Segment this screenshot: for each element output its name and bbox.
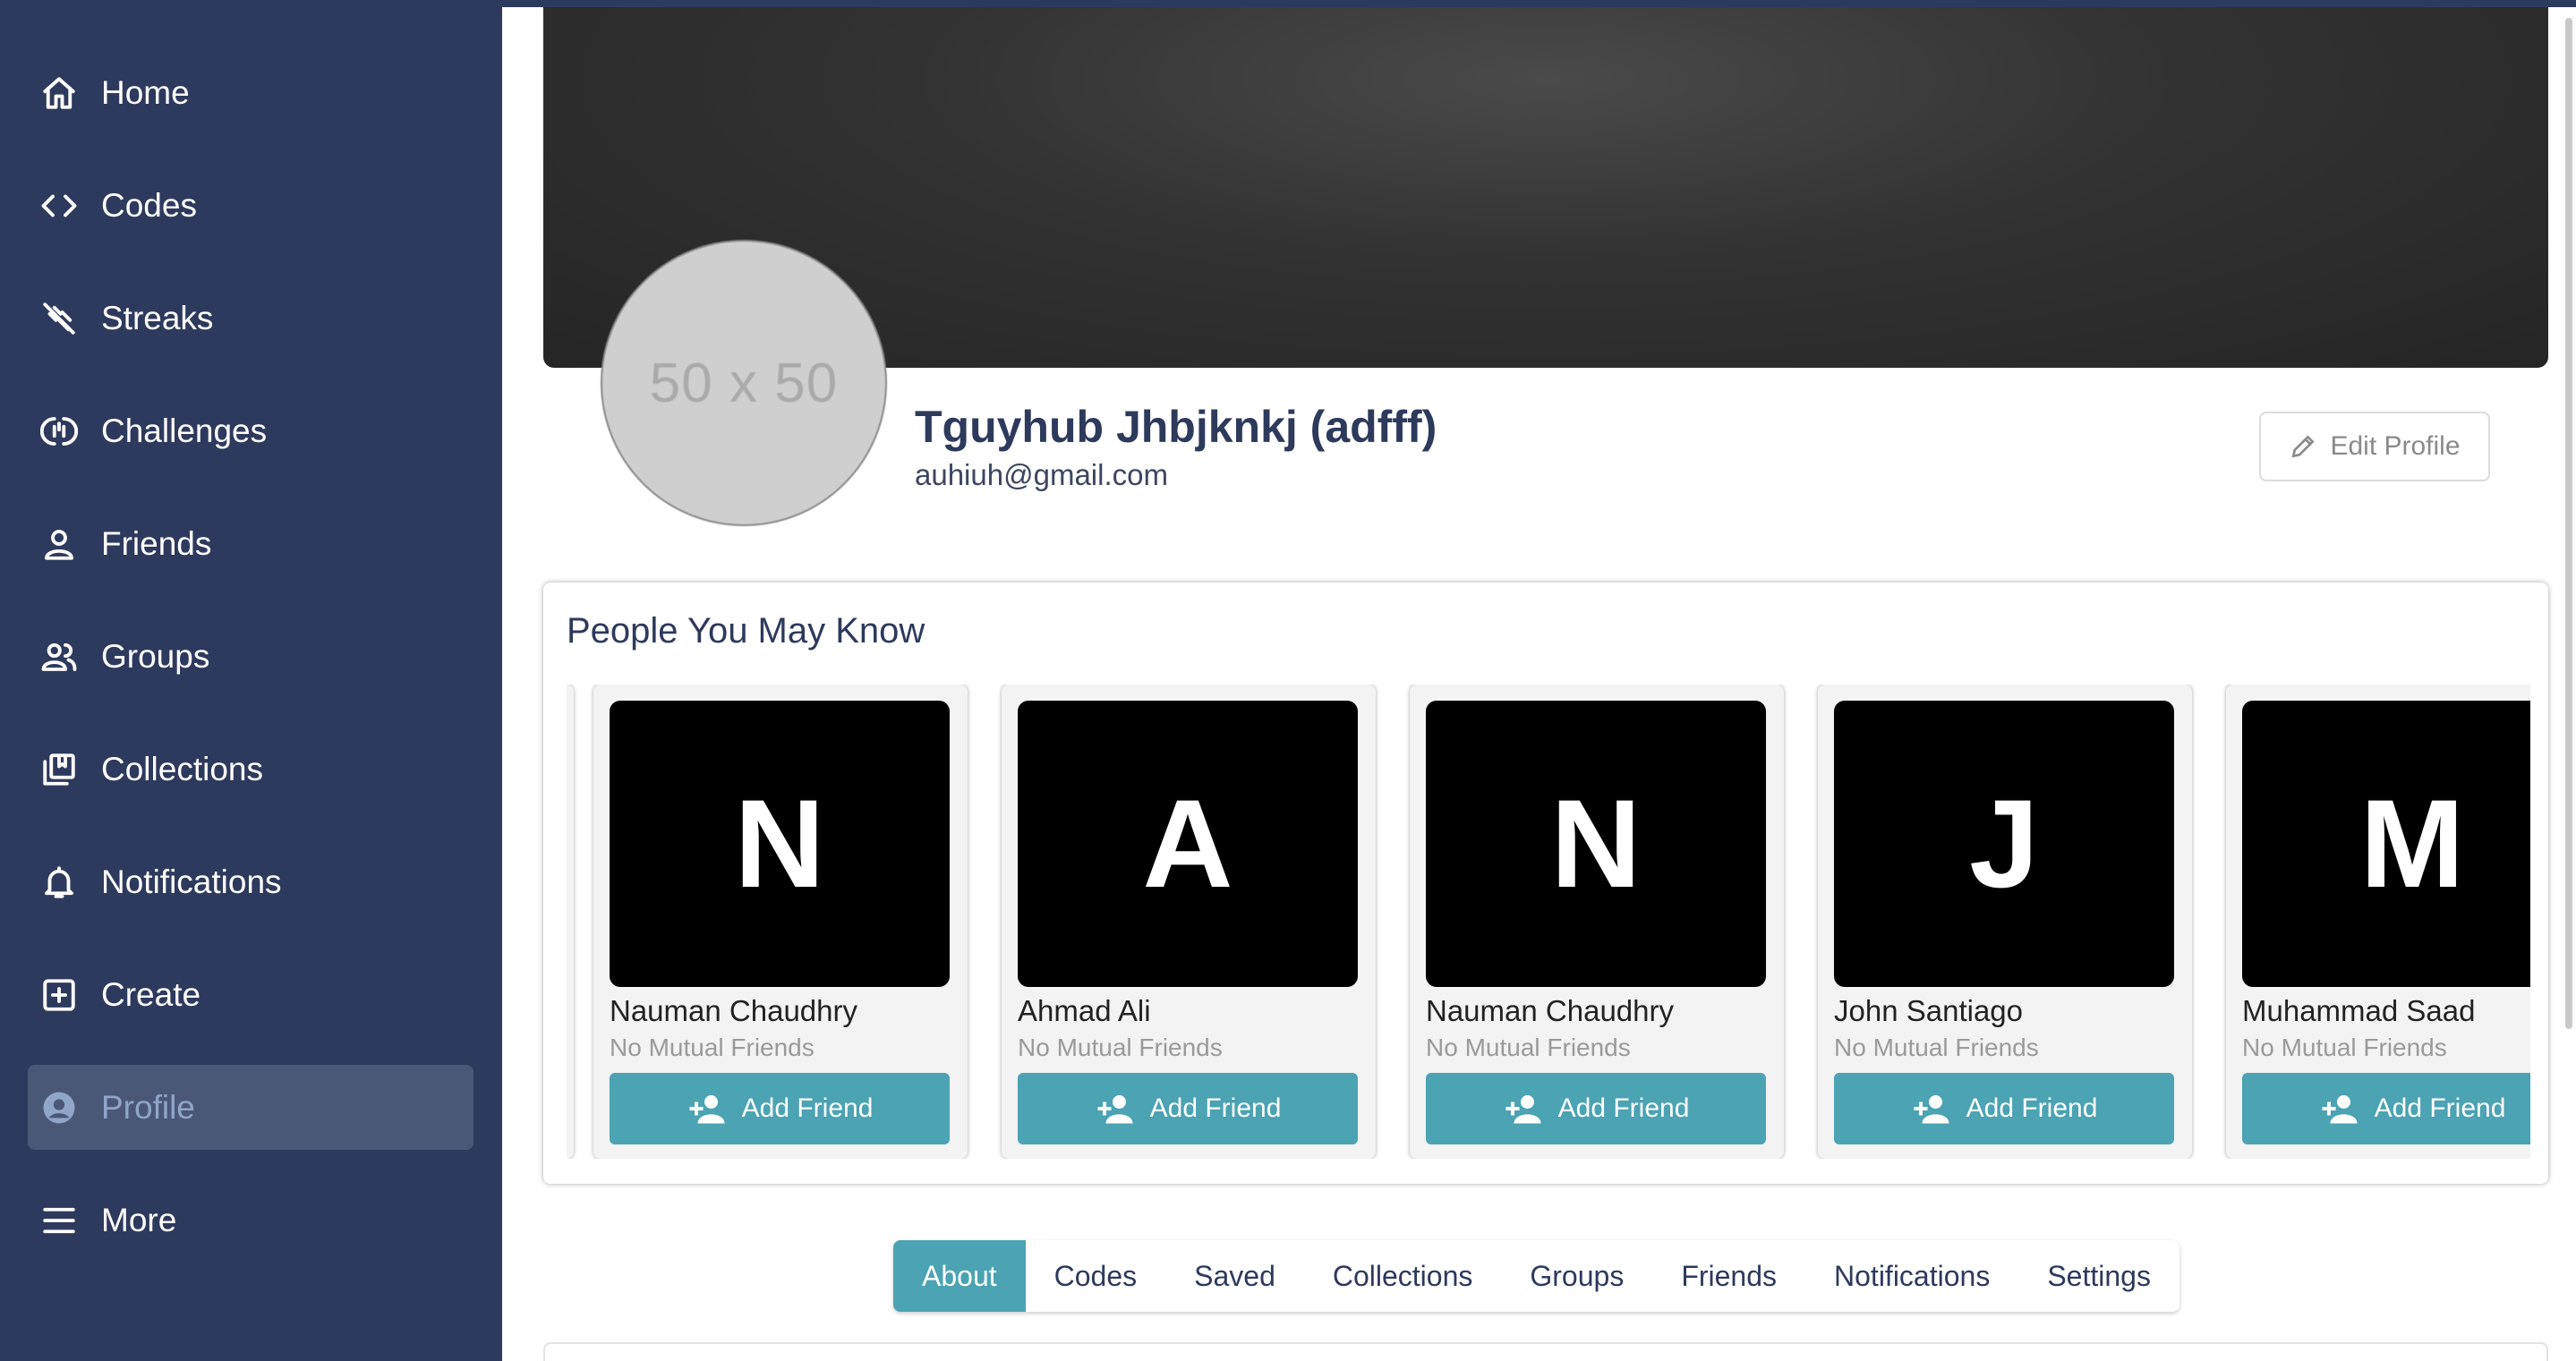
edit-profile-button[interactable]: Edit Profile	[2259, 412, 2490, 481]
nav-item-create[interactable]: Create	[28, 952, 473, 1037]
tab-saved[interactable]: Saved	[1165, 1240, 1304, 1312]
friend-avatar[interactable]: M	[2242, 701, 2530, 987]
add-friend-button[interactable]: Add Friend	[1018, 1073, 1358, 1144]
nav-item-more[interactable]: More	[28, 1178, 473, 1263]
add-person-icon	[1506, 1095, 1541, 1124]
tab-settings[interactable]: Settings	[2018, 1240, 2179, 1312]
nav-label: Collections	[101, 750, 263, 787]
bell-icon	[38, 862, 80, 903]
people-you-may-know: People You May Know N Nauman Chaudhry No…	[543, 583, 2548, 1184]
profile-email: auhiuh@gmail.com	[915, 458, 1168, 491]
profile-tabs: About Codes Saved Collections Groups Fri…	[893, 1240, 2179, 1312]
add-person-icon	[2322, 1095, 2358, 1124]
nav-item-collections[interactable]: Collections	[28, 727, 473, 812]
add-friend-label: Add Friend	[1557, 1093, 1690, 1123]
challenge-icon	[38, 411, 80, 452]
friend-card: N Nauman Chaudhry No Mutual Friends Add …	[1410, 685, 1784, 1159]
nav-label: More	[101, 1201, 177, 1238]
mutual-friends: No Mutual Friends	[2242, 1034, 2447, 1061]
add-friend-button[interactable]: Add Friend	[2242, 1073, 2530, 1144]
friend-name[interactable]: Nauman Chaudhry	[610, 994, 857, 1028]
tab-notifications[interactable]: Notifications	[1805, 1240, 2018, 1312]
friend-card: N Nauman Chaudhry No Mutual Friends Add …	[593, 685, 968, 1159]
group-icon	[38, 636, 80, 677]
nav-item-home[interactable]: Home	[28, 50, 473, 135]
code-icon	[38, 185, 80, 226]
nav-item-groups[interactable]: Groups	[28, 614, 473, 699]
nav-item-challenges[interactable]: Challenges	[28, 388, 473, 473]
plus-square-icon	[38, 974, 80, 1016]
nav-label: Friends	[101, 524, 212, 562]
nav-item-codes[interactable]: Codes	[28, 163, 473, 248]
home-icon	[38, 72, 80, 114]
tab-collections[interactable]: Collections	[1304, 1240, 1502, 1312]
friend-name[interactable]: Ahmad Ali	[1018, 994, 1151, 1028]
tab-friends[interactable]: Friends	[1652, 1240, 1805, 1312]
mutual-friends: No Mutual Friends	[1018, 1034, 1223, 1061]
friend-avatar[interactable]: J	[1834, 701, 2174, 987]
nav-label: Groups	[101, 637, 210, 675]
nav-label: Profile	[101, 1088, 195, 1126]
add-friend-button[interactable]: Add Friend	[1834, 1073, 2174, 1144]
add-friend-button[interactable]: Add Friend	[610, 1073, 950, 1144]
scrollbar[interactable]	[2565, 18, 2572, 1029]
friend-avatar[interactable]: N	[610, 701, 950, 987]
friend-card: J John Santiago No Mutual Friends Add Fr…	[1818, 685, 2192, 1159]
add-person-icon	[1914, 1095, 1949, 1124]
avatar-placeholder-text: 50 x 50	[649, 352, 839, 414]
add-friend-label: Add Friend	[741, 1093, 874, 1123]
menu-icon	[38, 1200, 80, 1241]
tab-content-panel	[543, 1342, 2548, 1361]
tab-groups[interactable]: Groups	[1501, 1240, 1652, 1312]
add-person-icon	[689, 1095, 725, 1124]
friend-name[interactable]: Nauman Chaudhry	[1426, 994, 1674, 1028]
mutual-friends: No Mutual Friends	[1426, 1034, 1631, 1061]
pencil-icon	[2292, 435, 2316, 458]
nav-label: Home	[101, 73, 190, 111]
profile-name: Tguyhub Jhbjknkj (adfff)	[915, 402, 1437, 452]
add-friend-label: Add Friend	[1966, 1093, 2098, 1123]
nav-label: Notifications	[101, 863, 282, 900]
friend-card: A Ahmad Ali No Mutual Friends Add Friend	[1002, 685, 1376, 1159]
sidebar: Home Codes Streaks Challenges Friends Gr…	[0, 0, 502, 1361]
nav-label: Challenges	[101, 412, 268, 449]
nav-item-streaks[interactable]: Streaks	[28, 276, 473, 361]
add-friend-label: Add Friend	[2374, 1093, 2506, 1123]
streak-icon	[38, 298, 80, 339]
nav-item-notifications[interactable]: Notifications	[28, 839, 473, 924]
user-circle-icon	[38, 1087, 80, 1128]
friend-card-partial	[567, 685, 574, 1159]
mutual-friends: No Mutual Friends	[1834, 1034, 2039, 1061]
friend-card: M Muhammad Saad No Mutual Friends Add Fr…	[2226, 685, 2530, 1159]
avatar[interactable]: 50 x 50	[601, 240, 887, 526]
nav-item-friends[interactable]: Friends	[28, 501, 473, 586]
person-icon	[38, 523, 80, 565]
edit-profile-label: Edit Profile	[2330, 431, 2461, 461]
tab-about[interactable]: About	[893, 1240, 1026, 1312]
friend-name[interactable]: John Santiago	[1834, 994, 2023, 1028]
top-bar	[502, 0, 2576, 7]
collections-icon	[38, 749, 80, 790]
pymk-carousel[interactable]: N Nauman Chaudhry No Mutual Friends Add …	[567, 685, 2530, 1159]
mutual-friends: No Mutual Friends	[610, 1034, 815, 1061]
add-friend-label: Add Friend	[1149, 1093, 1282, 1123]
nav-label: Codes	[101, 186, 197, 224]
friend-avatar[interactable]: N	[1426, 701, 1766, 987]
nav-label: Create	[101, 975, 201, 1013]
nav-label: Streaks	[101, 299, 214, 336]
friend-avatar[interactable]: A	[1018, 701, 1358, 987]
pymk-title: People You May Know	[567, 611, 925, 651]
tab-codes[interactable]: Codes	[1026, 1240, 1166, 1312]
nav-item-profile[interactable]: Profile	[28, 1065, 473, 1150]
add-friend-button[interactable]: Add Friend	[1426, 1073, 1766, 1144]
add-person-icon	[1097, 1095, 1133, 1124]
friend-name[interactable]: Muhammad Saad	[2242, 994, 2475, 1028]
